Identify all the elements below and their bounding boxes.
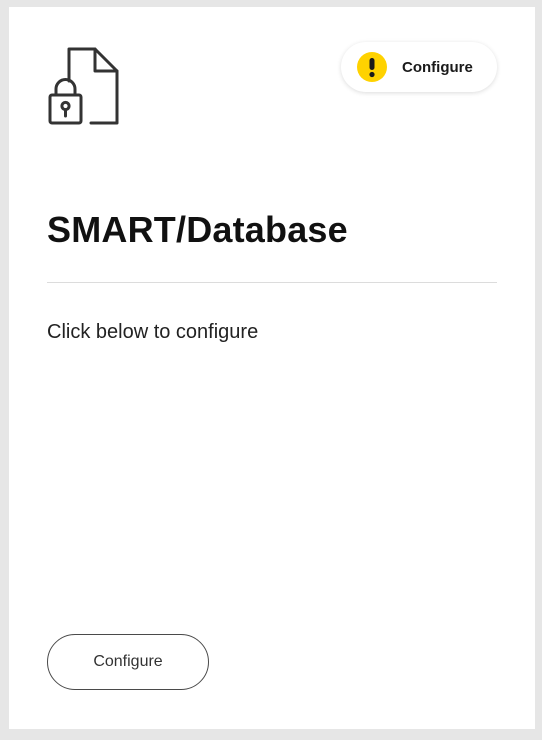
card-title: SMART/Database	[47, 209, 348, 250]
warning-icon	[357, 52, 387, 82]
divider	[47, 282, 497, 283]
document-lock-icon	[47, 45, 121, 125]
integration-card: Configure SMART/Database Click below to …	[9, 7, 535, 729]
status-badge[interactable]: Configure	[341, 42, 497, 92]
configure-button[interactable]: Configure	[47, 634, 209, 690]
status-label: Configure	[402, 58, 473, 76]
card-description: Click below to configure	[47, 321, 259, 343]
